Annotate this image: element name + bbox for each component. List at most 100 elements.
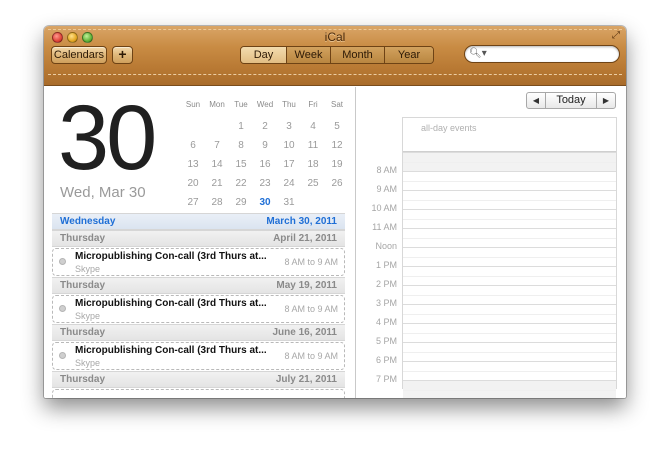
mini-calendar-week: 6 7 8 9 10 11 12	[181, 136, 351, 155]
mini-calendar-day[interactable]: 6	[181, 136, 205, 155]
mini-calendar-day[interactable]: 14	[205, 155, 229, 174]
agenda-date: March 30, 2011	[266, 216, 337, 227]
mini-calendar-day[interactable]: 28	[205, 193, 229, 212]
hour-slot[interactable]	[403, 304, 616, 323]
hour-label: 10 AM	[371, 203, 397, 213]
mini-calendar-day[interactable]: 22	[229, 174, 253, 193]
mini-calendar-day[interactable]: 21	[205, 174, 229, 193]
agenda-date: July 21, 2011	[275, 374, 337, 385]
mini-calendar-week: 20 21 22 23 24 25 26	[181, 174, 351, 193]
mini-calendar-week: 27 28 29 30 31	[181, 193, 351, 212]
hour-label: 2 PM	[375, 279, 397, 289]
mini-calendar-day[interactable]: 1	[229, 117, 253, 136]
title-bar[interactable]: iCal ⤢ Calendars + Day Week Month Year 🔍…	[44, 26, 626, 86]
mini-calendar-day[interactable]: 12	[325, 136, 349, 155]
agenda-list[interactable]: Wednesday March 30, 2011 Thursday April 21,…	[52, 213, 345, 398]
agenda-event[interactable]: Micropublishing Con-call (3rd Thurs at..…	[52, 295, 345, 323]
hour-slot[interactable]	[403, 209, 616, 228]
mini-calendar-day[interactable]: 19	[325, 155, 349, 174]
weekday-label: Mon	[209, 100, 225, 109]
day-grid[interactable]: all-day events	[402, 117, 617, 398]
mini-calendar-day[interactable]: 13	[181, 155, 205, 174]
mini-calendar-day[interactable]: 26	[325, 174, 349, 193]
hour-label: 1 PM	[375, 260, 397, 270]
mini-calendar-day[interactable]: 25	[301, 174, 325, 193]
mini-calendar-day	[181, 117, 205, 136]
agenda-event[interactable]: Micropublishing Con-call (3rd Thurs at..…	[52, 248, 345, 276]
today-button[interactable]: Today	[546, 93, 596, 108]
event-calendar: Skype	[75, 358, 101, 368]
mini-calendar-day[interactable]: 4	[301, 117, 325, 136]
mini-calendar-day[interactable]: 29	[229, 193, 253, 212]
add-event-button[interactable]: +	[112, 46, 133, 64]
hour-label: 6 PM	[375, 355, 397, 365]
all-day-label: all-day events	[421, 123, 477, 133]
mini-calendar-day[interactable]: 24	[277, 174, 301, 193]
agenda-weekday: Wednesday	[60, 216, 116, 227]
event-title: Micropublishing Con-call (3rd Thurs at..…	[75, 251, 267, 262]
calendar-color-dot	[59, 258, 66, 265]
mini-calendar-day[interactable]: 9	[253, 136, 277, 155]
agenda-event[interactable]: Micropublishing Con-call (3rd Thurs at..…	[52, 342, 345, 370]
view-month-button[interactable]: Month	[331, 47, 385, 63]
hour-slot[interactable]	[403, 228, 616, 247]
mini-calendar-day[interactable]: 11	[301, 136, 325, 155]
hour-slot[interactable]	[403, 342, 616, 361]
left-pane: 30 Wed, Mar 30 Sun Mon Tue Wed Thu Fri Sat 1 2 3 4…	[44, 87, 356, 398]
hour-slot[interactable]	[403, 190, 616, 209]
view-year-button[interactable]: Year	[385, 47, 433, 63]
hour-slot[interactable]	[403, 323, 616, 342]
fullscreen-icon[interactable]: ⤢	[612, 30, 620, 41]
mini-calendar-day[interactable]: 27	[181, 193, 205, 212]
weekday-label: Sat	[330, 100, 343, 109]
hour-slot[interactable]	[403, 152, 616, 171]
hour-slot[interactable]	[403, 266, 616, 285]
hour-slot[interactable]	[403, 171, 616, 190]
calendars-button[interactable]: Calendars	[51, 46, 107, 64]
mini-calendar-week: 12345	[181, 117, 351, 136]
mini-calendar: Sun Mon Tue Wed Thu Fri Sat 1 2 3 4 5 6 7 8 9 10 11 12 13 14…	[181, 98, 351, 212]
mini-calendar-day[interactable]: 31	[277, 193, 301, 212]
view-day-button[interactable]: Day	[241, 47, 287, 63]
mini-calendar-day[interactable]: 5	[325, 117, 349, 136]
mini-calendar-day[interactable]: 8	[229, 136, 253, 155]
search-field[interactable]: 🔍︎▾	[464, 45, 620, 63]
event-time: 8 AM to 9 AM	[284, 257, 338, 267]
mini-calendar-day[interactable]: 3	[277, 117, 301, 136]
previous-day-button[interactable]: ◀	[527, 93, 546, 108]
hour-slot[interactable]	[403, 380, 616, 398]
event-time: 8 AM to 9 AM	[284, 351, 338, 361]
mini-calendar-week: 13 14 15 16 17 18 19	[181, 155, 351, 174]
mini-calendar-day[interactable]: 18	[301, 155, 325, 174]
view-week-button[interactable]: Week	[287, 47, 331, 63]
agenda-event[interactable]	[52, 389, 345, 398]
mini-calendar-day[interactable]: 2	[253, 117, 277, 136]
next-day-button[interactable]: ▶	[596, 93, 615, 108]
mini-calendar-day[interactable]: 15	[229, 155, 253, 174]
window-title: iCal	[324, 30, 346, 44]
hour-label: 4 PM	[375, 317, 397, 327]
hour-slot[interactable]	[403, 285, 616, 304]
hour-slots[interactable]	[403, 152, 616, 398]
mini-calendar-day[interactable]: 20	[181, 174, 205, 193]
mini-calendar-day	[301, 193, 325, 212]
calendar-color-dot	[59, 305, 66, 312]
agenda-weekday: Thursday	[60, 374, 106, 385]
hour-slot[interactable]	[403, 361, 616, 380]
weekday-label: Sun	[185, 100, 201, 109]
agenda-date: May 19, 2011	[276, 280, 337, 291]
mini-calendar-day[interactable]: 23	[253, 174, 277, 193]
mini-calendar-day[interactable]: 10	[277, 136, 301, 155]
hour-slot[interactable]	[403, 247, 616, 266]
mini-calendar-day[interactable]: 7	[205, 136, 229, 155]
mini-calendar-day[interactable]: 17	[277, 155, 301, 174]
mini-calendar-day[interactable]: 30	[253, 193, 277, 212]
all-day-events-area[interactable]: all-day events	[403, 118, 616, 152]
hour-label: 8 AM	[376, 165, 397, 175]
date-navigator: ◀ Today ▶	[526, 92, 616, 109]
search-input[interactable]	[485, 47, 613, 61]
agenda-date-header: Thursday May 19, 2011	[52, 277, 345, 294]
date-caption: Wed, Mar 30	[60, 184, 146, 201]
agenda-date-header: Thursday July 21, 2011	[52, 371, 345, 388]
mini-calendar-day[interactable]: 16	[253, 155, 277, 174]
